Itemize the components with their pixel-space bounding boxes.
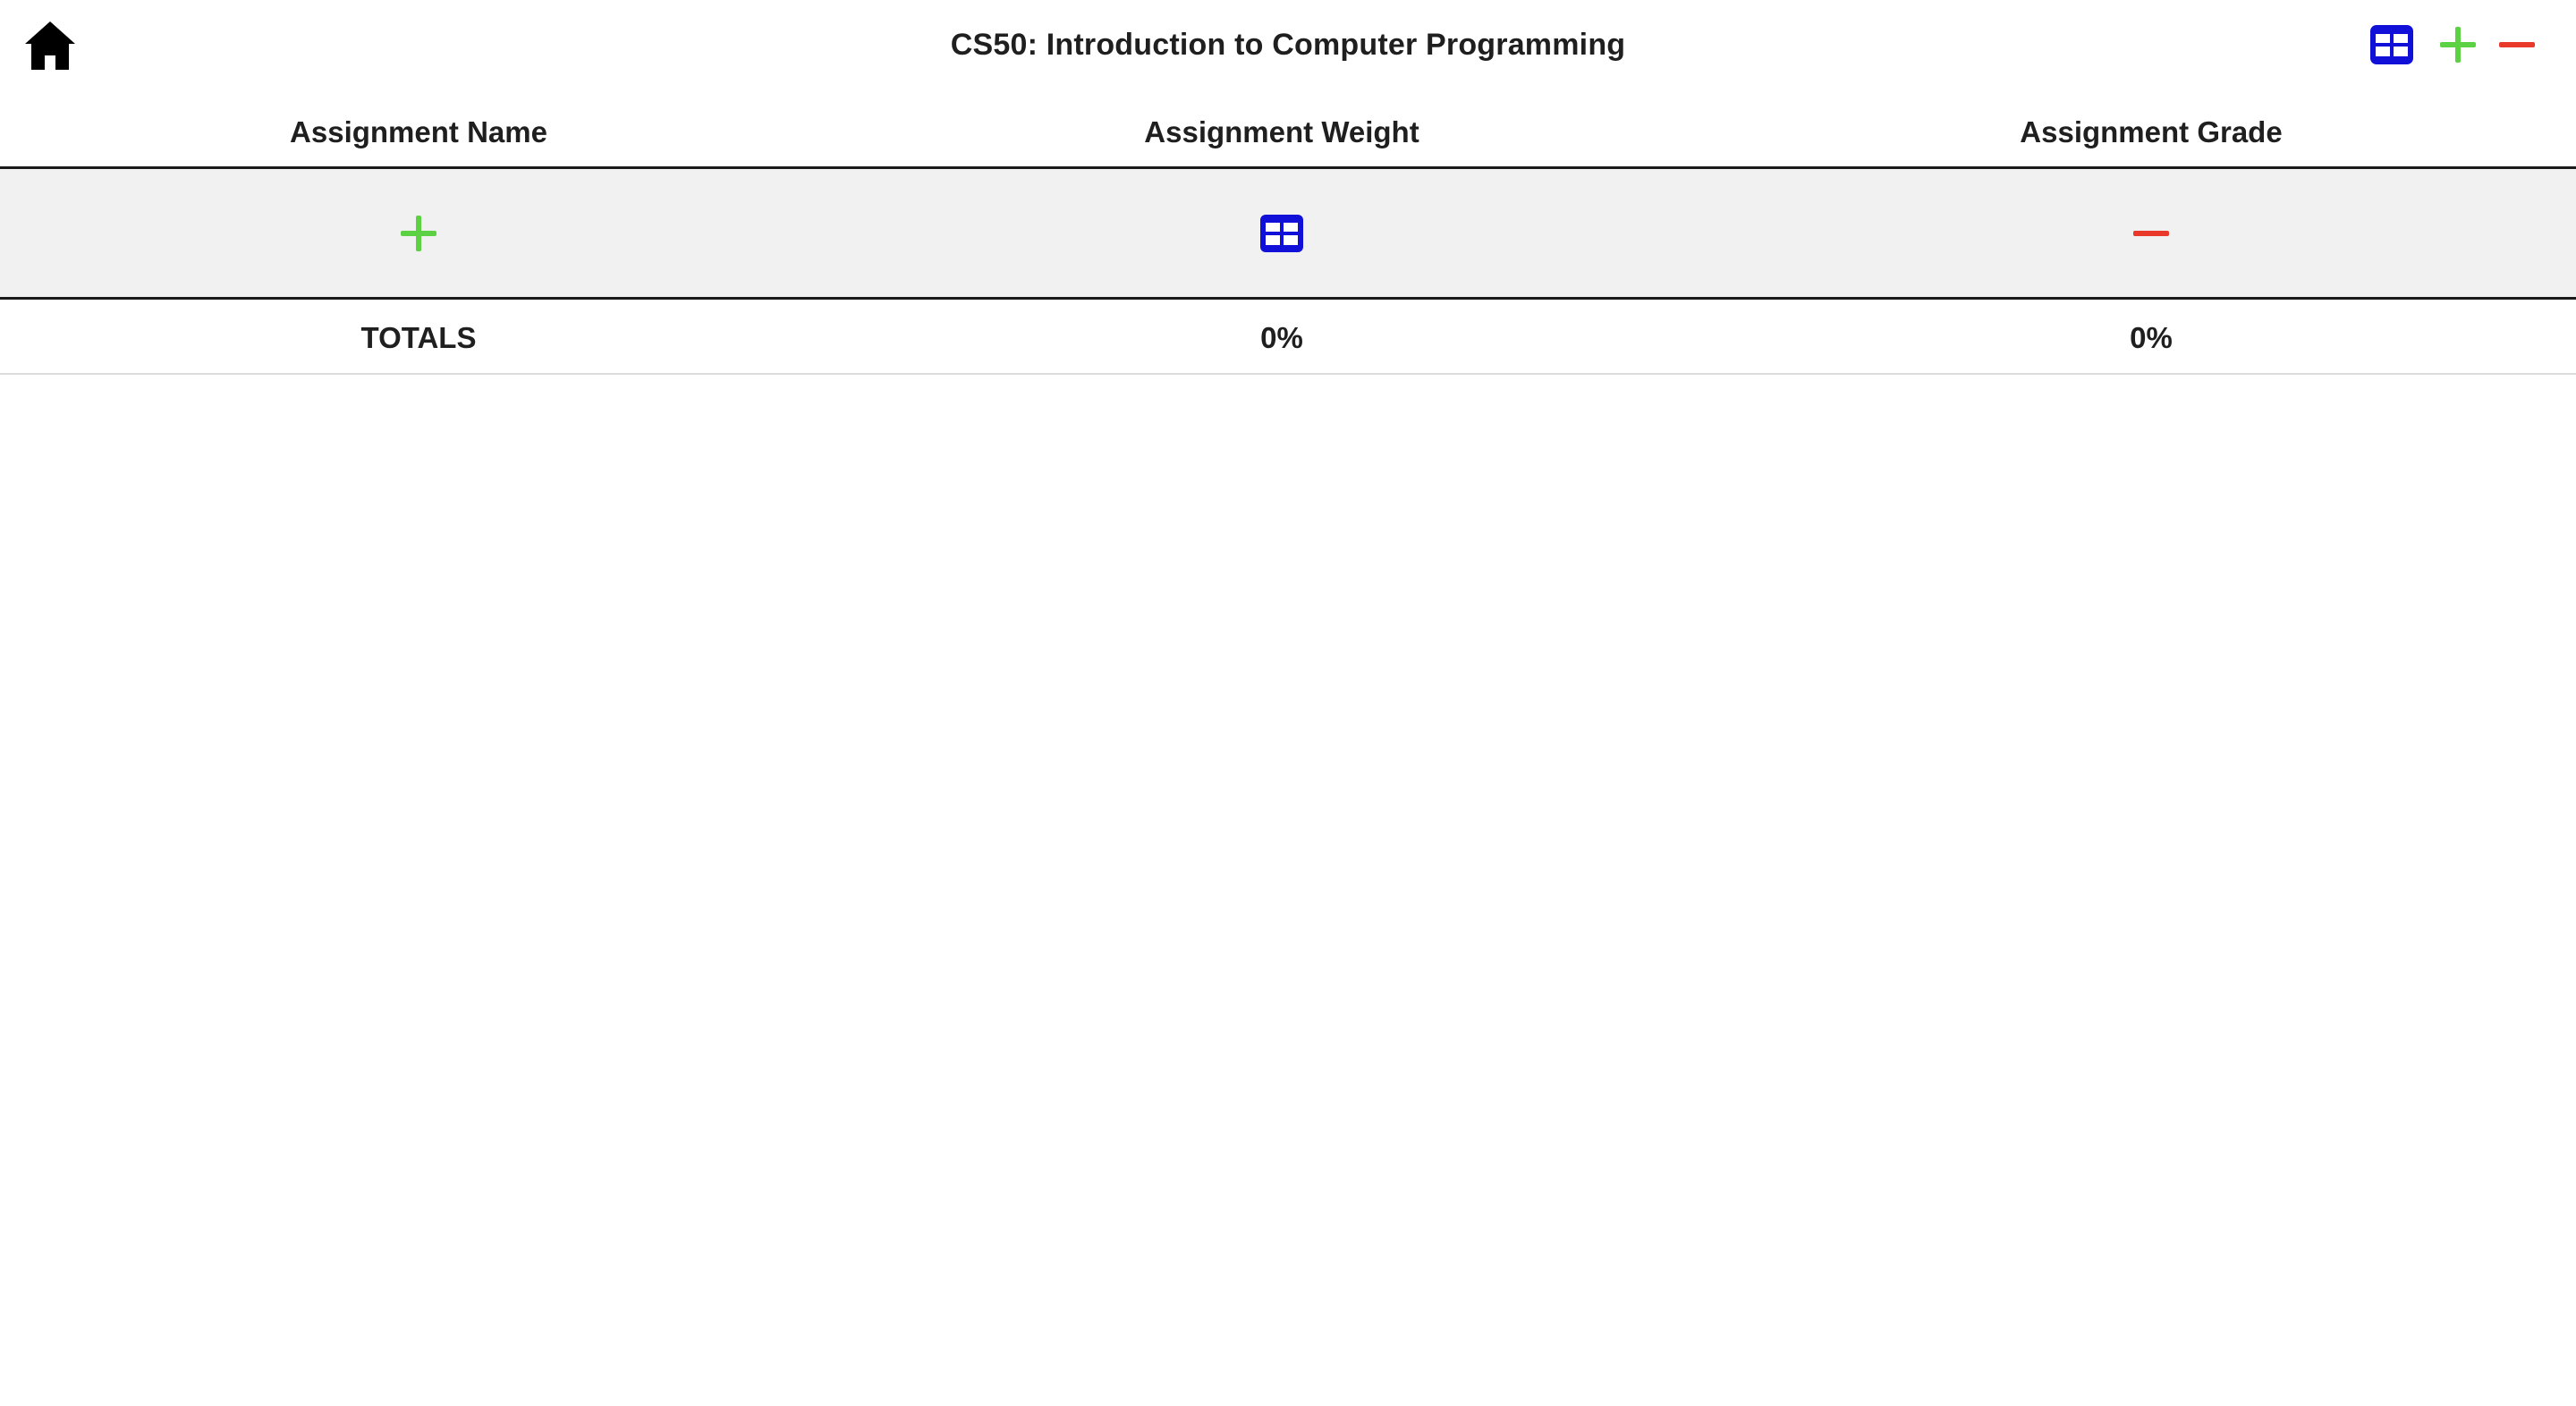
add-assignment-button[interactable] <box>398 213 439 254</box>
action-cell-grade <box>1726 169 2576 297</box>
minus-icon <box>2133 230 2169 236</box>
remove-button[interactable] <box>2496 23 2538 66</box>
table-action-row <box>0 169 2576 300</box>
column-header-assignment-name: Assignment Name <box>290 115 547 148</box>
table-view-row-button[interactable] <box>1258 213 1305 254</box>
table-view-button[interactable] <box>2368 23 2415 66</box>
header-actions <box>2368 23 2538 66</box>
table-icon <box>2370 25 2413 64</box>
add-button[interactable] <box>2436 23 2479 66</box>
remove-assignment-button[interactable] <box>2131 213 2171 254</box>
column-header-assignment-grade: Assignment Grade <box>2020 115 2283 148</box>
action-cell-name <box>0 169 837 297</box>
plus-icon <box>2440 27 2476 63</box>
minus-icon <box>2499 42 2535 47</box>
action-cell-weight <box>837 169 1726 297</box>
totals-label: TOTALS <box>360 321 477 354</box>
top-bar: CS50: Introduction to Computer Programmi… <box>0 0 2576 91</box>
totals-row: TOTALS 0% 0% <box>0 300 2576 375</box>
table-icon <box>1260 214 1303 252</box>
page-title: CS50: Introduction to Computer Programmi… <box>950 28 1626 62</box>
total-weight: 0% <box>1260 321 1303 354</box>
table-header: Assignment Name Assignment Weight Assign… <box>0 106 2576 169</box>
total-grade: 0% <box>2130 321 2173 354</box>
plus-icon <box>401 215 436 251</box>
column-header-assignment-weight: Assignment Weight <box>1144 115 1419 148</box>
